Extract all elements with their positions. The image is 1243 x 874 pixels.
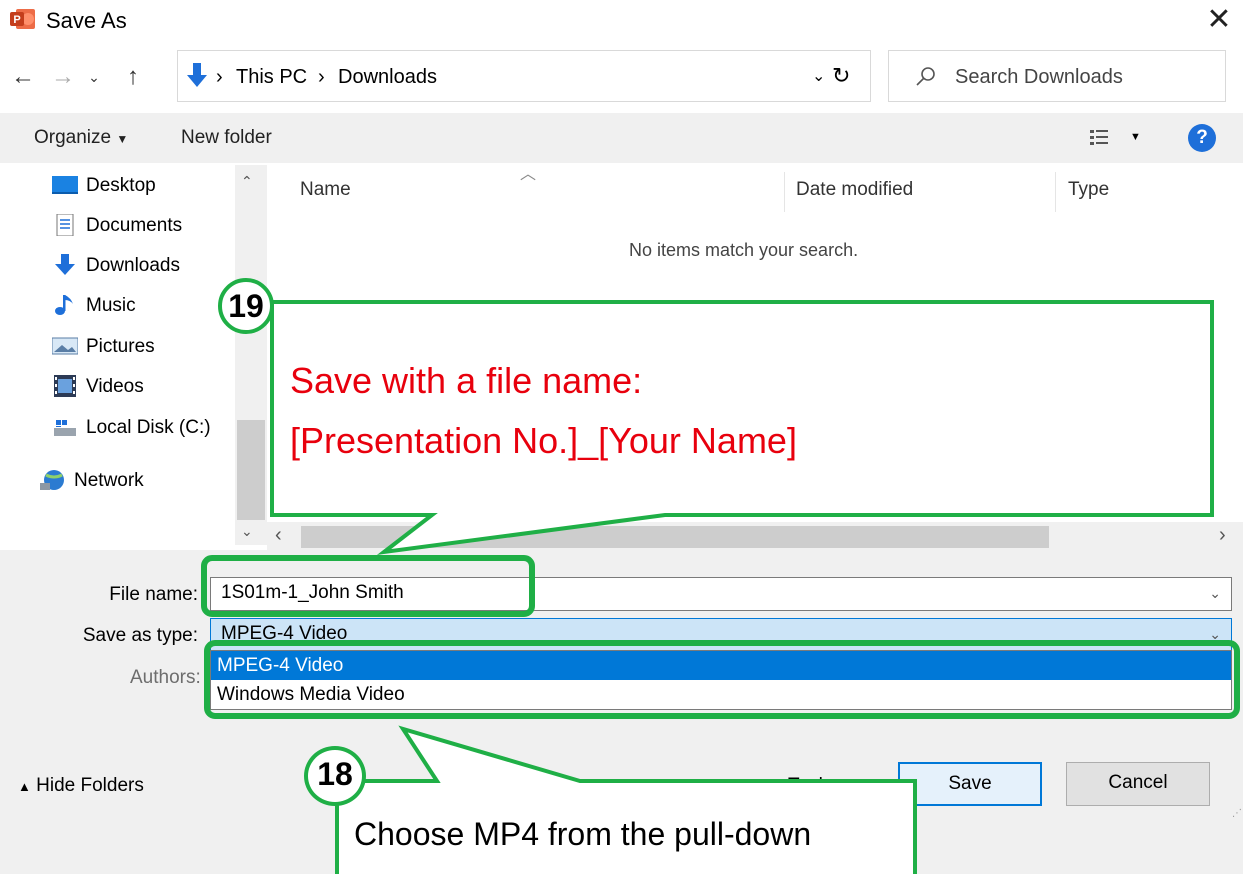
callout-19-line1: Save with a file name: (290, 360, 643, 401)
callout-19-line2: [Presentation No.]_[Your Name] (290, 420, 797, 461)
step-18-badge: 18 (304, 746, 366, 806)
dropdown-highlight (204, 640, 1240, 719)
file-name-highlight (201, 555, 535, 617)
step-19-badge: 19 (218, 278, 274, 334)
callout-18-text: Choose MP4 from the pull-down (354, 816, 812, 852)
